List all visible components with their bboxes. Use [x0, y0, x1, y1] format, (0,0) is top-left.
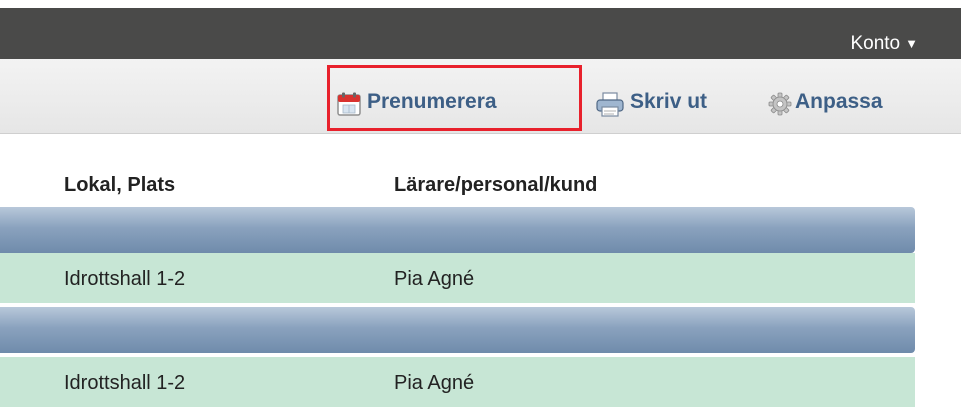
cell-lokal: Idrottshall 1-2	[64, 268, 186, 290]
print-label: Skriv ut	[630, 90, 708, 113]
cell-lokal: Idrottshall 1-2	[64, 372, 186, 394]
column-header-lokal: Lokal, Plats	[64, 174, 176, 196]
gear-icon	[768, 92, 792, 122]
cell-larare: Pia Agné	[394, 372, 475, 394]
top-bar: Konto ▼	[0, 0, 961, 59]
calendar-icon	[337, 92, 361, 122]
group-header-row[interactable]	[0, 207, 915, 253]
customize-label: Anpassa	[795, 90, 883, 113]
chevron-down-icon: ▼	[905, 36, 918, 51]
table-row[interactable]: Idrottshall 1-2 Pia Agné	[0, 357, 915, 407]
table-row[interactable]: Idrottshall 1-2 Pia Agné	[0, 253, 915, 303]
column-header-larare: Lärare/personal/kund	[394, 174, 598, 196]
cell-larare: Pia Agné	[394, 268, 475, 290]
printer-icon	[596, 92, 624, 124]
table-header: Lokal, Plats Lärare/personal/kund	[0, 168, 961, 198]
subscribe-label: Prenumerera	[367, 90, 497, 113]
group-header-row[interactable]	[0, 307, 915, 353]
account-label: Konto	[850, 33, 901, 54]
toolbar: Prenumerera Skriv ut Anpassa	[0, 59, 961, 134]
account-menu[interactable]: Konto ▼	[850, 33, 918, 55]
